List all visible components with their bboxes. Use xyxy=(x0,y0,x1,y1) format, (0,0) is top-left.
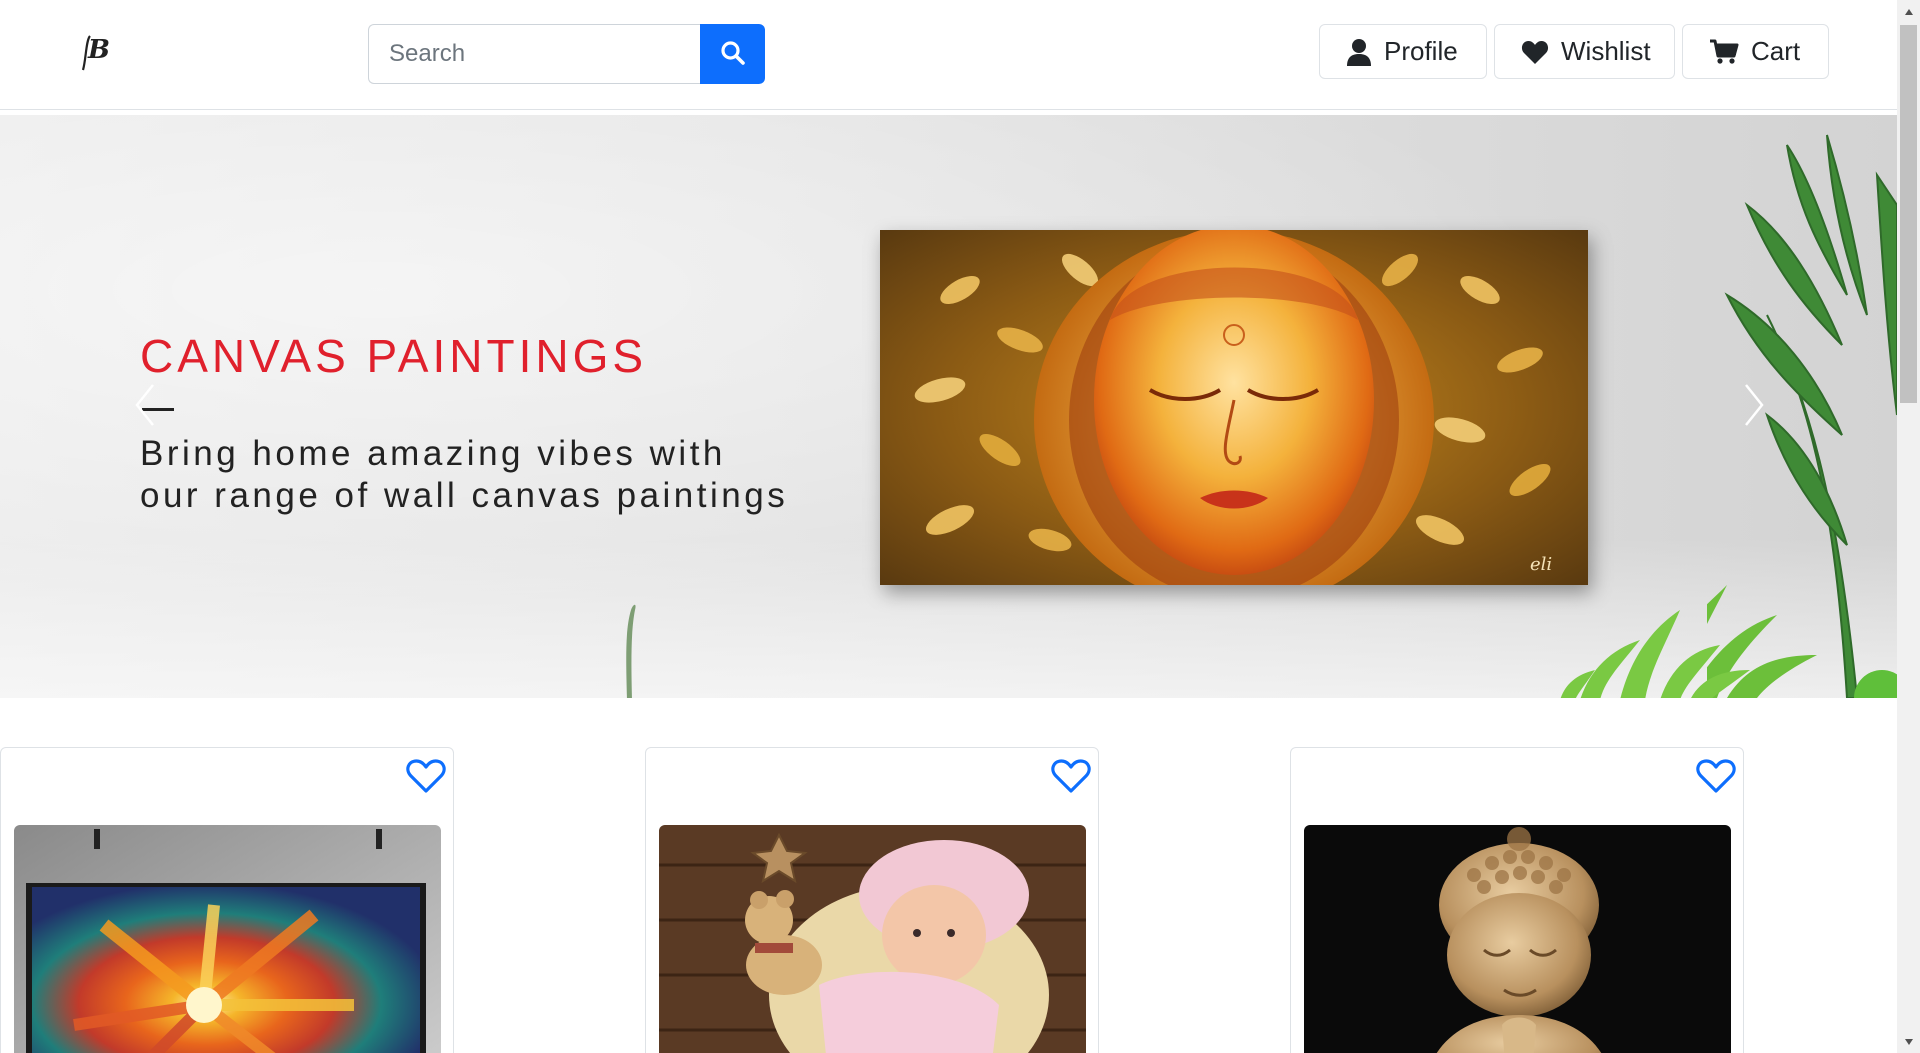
product-card[interactable] xyxy=(645,747,1099,1053)
scroll-up-button[interactable] xyxy=(1897,0,1920,23)
hero-subtitle-line1: Bring home amazing vibes with xyxy=(140,434,726,473)
logo-letter: B xyxy=(87,35,110,65)
wishlist-toggle-button[interactable] xyxy=(1695,758,1737,796)
product-image-knitted-doll[interactable] xyxy=(659,825,1086,1053)
cart-icon xyxy=(1709,39,1739,65)
heart-icon xyxy=(1521,39,1549,65)
triangle-down-icon xyxy=(1904,1033,1914,1051)
search-input[interactable] xyxy=(368,24,700,84)
navbar: B P xyxy=(0,0,1897,110)
scrollbar-thumb[interactable] xyxy=(1900,25,1917,403)
page: B P xyxy=(0,0,1897,1053)
triangle-up-icon xyxy=(1904,3,1914,21)
profile-label: Profile xyxy=(1384,36,1458,66)
search-group xyxy=(368,24,765,84)
product-image-abstract-flower-painting[interactable] xyxy=(14,825,441,1053)
search-icon xyxy=(720,40,746,69)
carousel-prev-button[interactable] xyxy=(125,381,165,431)
hero-subtitle: Bring home amazing vibes with our range … xyxy=(140,433,860,517)
product-image-baby-buddha-statue[interactable] xyxy=(1304,825,1731,1053)
cart-button[interactable]: Cart xyxy=(1682,24,1829,79)
nav-buttons: Profile Wishlist Cart xyxy=(1319,24,1829,79)
wishlist-label: Wishlist xyxy=(1561,36,1651,66)
cart-label: Cart xyxy=(1751,36,1801,66)
page-scrollbar[interactable] xyxy=(1897,0,1920,1053)
hero-subtitle-line2: our range of wall canvas paintings xyxy=(140,476,789,515)
product-card[interactable] xyxy=(0,747,454,1053)
hero-painting-image: eli xyxy=(880,230,1588,585)
wishlist-toggle-button[interactable] xyxy=(405,758,447,796)
search-button[interactable] xyxy=(700,24,765,84)
chevron-left-icon xyxy=(133,383,157,430)
wishlist-button[interactable]: Wishlist xyxy=(1494,24,1675,79)
heart-outline-icon xyxy=(1051,758,1091,797)
plant-stem-decoration xyxy=(626,604,636,698)
heart-outline-icon xyxy=(406,758,446,797)
hero-title: CANVAS PAINTINGS xyxy=(140,330,648,382)
profile-button[interactable]: Profile xyxy=(1319,24,1487,79)
small-plant-decoration xyxy=(1560,610,1750,698)
scroll-down-button[interactable] xyxy=(1897,1030,1920,1053)
hero-carousel: CANVAS PAINTINGS Bring home amazing vibe… xyxy=(0,115,1897,698)
heart-outline-icon xyxy=(1696,758,1736,797)
user-icon xyxy=(1346,38,1372,66)
wishlist-toggle-button[interactable] xyxy=(1050,758,1092,796)
browser-viewport: B P xyxy=(0,0,1920,1053)
product-card[interactable] xyxy=(1290,747,1744,1053)
site-logo[interactable]: B xyxy=(80,30,110,72)
painting-signature: eli xyxy=(1530,554,1552,575)
